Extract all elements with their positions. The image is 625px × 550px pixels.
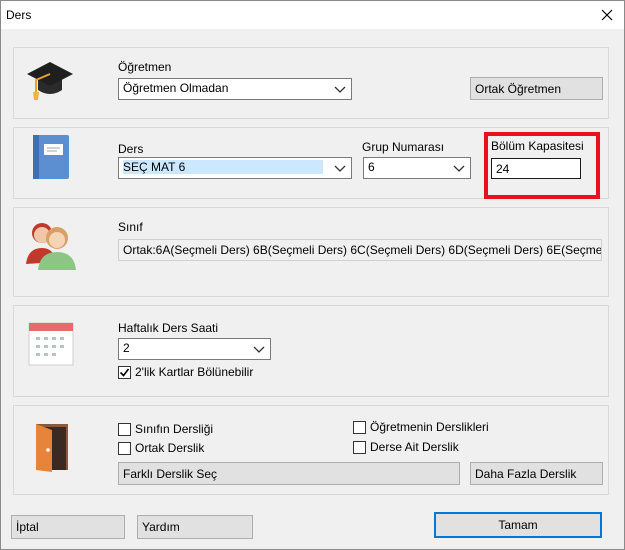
- door-icon: [36, 424, 68, 472]
- capacity-input[interactable]: 24: [491, 158, 581, 179]
- more-rooms-button[interactable]: Daha Fazla Derslik: [470, 462, 603, 485]
- class-field[interactable]: Ortak:6A(Seçmeli Ders) 6B(Seçmeli Ders) …: [118, 239, 602, 261]
- class-label: Sınıf: [118, 220, 143, 234]
- teacher-select-value: Öğretmen Olmadan: [123, 81, 229, 95]
- checkbox-box[interactable]: [353, 420, 366, 434]
- checkbox-box[interactable]: [118, 441, 131, 455]
- class-value: Ortak:6A(Seçmeli Ders) 6B(Seçmeli Ders) …: [123, 243, 602, 257]
- window-title: Ders: [6, 8, 32, 22]
- title-bar: Ders: [1, 1, 624, 29]
- teacher-panel: Öğretmen Öğretmen Olmadan Ortak Öğretmen: [13, 47, 609, 119]
- split-cards-checkbox[interactable]: 2'lik Kartlar Bölünebilir: [118, 365, 253, 379]
- class-room-checkbox[interactable]: Sınıfın Dersliği: [118, 422, 213, 436]
- close-icon: [601, 9, 613, 21]
- teacher-rooms-checkbox[interactable]: Öğretmenin Derslikleri: [353, 420, 489, 434]
- weekly-hours-select[interactable]: 2: [118, 338, 271, 360]
- teacher-rooms-label: Öğretmenin Derslikleri: [370, 420, 489, 434]
- group-number-value: 6: [368, 160, 375, 174]
- help-button[interactable]: Yardım: [137, 515, 253, 539]
- weekly-hours-label: Haftalık Ders Saati: [118, 321, 219, 335]
- split-cards-label: 2'lik Kartlar Bölünebilir: [135, 365, 254, 379]
- group-number-select[interactable]: 6: [363, 157, 471, 179]
- weekly-hours-value: 2: [123, 341, 130, 355]
- hours-panel: Haftalık Ders Saati 2 2'lik Kartlar Bölü…: [13, 305, 609, 397]
- group-number-label: Grup Numarası: [362, 140, 445, 154]
- capacity-value: 24: [496, 162, 510, 176]
- calendar-icon: [28, 322, 74, 366]
- checkbox-box[interactable]: [118, 365, 131, 379]
- close-button[interactable]: [590, 1, 624, 29]
- co-teacher-button[interactable]: Ortak Öğretmen: [470, 77, 603, 100]
- course-label: Ders: [118, 142, 144, 156]
- shared-room-checkbox[interactable]: Ortak Derslik: [118, 441, 204, 455]
- other-room-button[interactable]: Farklı Derslik Seç: [118, 462, 460, 485]
- course-select[interactable]: SEÇ MAT 6: [118, 157, 352, 179]
- users-icon: [26, 223, 76, 270]
- ok-button[interactable]: Tamam: [434, 512, 602, 538]
- shared-room-label: Ortak Derslik: [135, 441, 205, 455]
- chevron-down-icon: [253, 346, 265, 353]
- chevron-down-icon: [334, 86, 346, 93]
- checkbox-box[interactable]: [118, 422, 131, 436]
- chevron-down-icon: [453, 165, 465, 172]
- dialog-window: Ders Öğretmen Öğretmen Olmadan Ortak Öğr…: [0, 0, 625, 550]
- cancel-button[interactable]: İptal: [11, 515, 125, 539]
- class-room-label: Sınıfın Dersliği: [135, 422, 214, 436]
- class-panel: Sınıf Ortak:6A(Seçmeli Ders) 6B(Seçmeli …: [13, 207, 609, 297]
- teacher-select[interactable]: Öğretmen Olmadan: [118, 78, 352, 100]
- checkmark-icon: [119, 368, 130, 377]
- capacity-label: Bölüm Kapasitesi: [491, 139, 584, 153]
- chevron-down-icon: [334, 165, 346, 172]
- rooms-panel: Sınıfın Dersliği Öğretmenin Derslikleri …: [13, 405, 609, 495]
- course-panel: Ders SEÇ MAT 6 Grup Numarası 6 Bölüm Kap…: [13, 127, 609, 199]
- book-icon: [33, 135, 69, 179]
- checkbox-box[interactable]: [353, 440, 366, 454]
- course-room-checkbox[interactable]: Derse Ait Derslik: [353, 440, 459, 454]
- course-room-label: Derse Ait Derslik: [370, 440, 459, 454]
- capacity-highlight-box: Bölüm Kapasitesi 24: [484, 132, 600, 199]
- teacher-label: Öğretmen: [118, 60, 172, 74]
- graduation-cap-icon: [27, 62, 73, 100]
- course-select-value: SEÇ MAT 6: [123, 160, 323, 174]
